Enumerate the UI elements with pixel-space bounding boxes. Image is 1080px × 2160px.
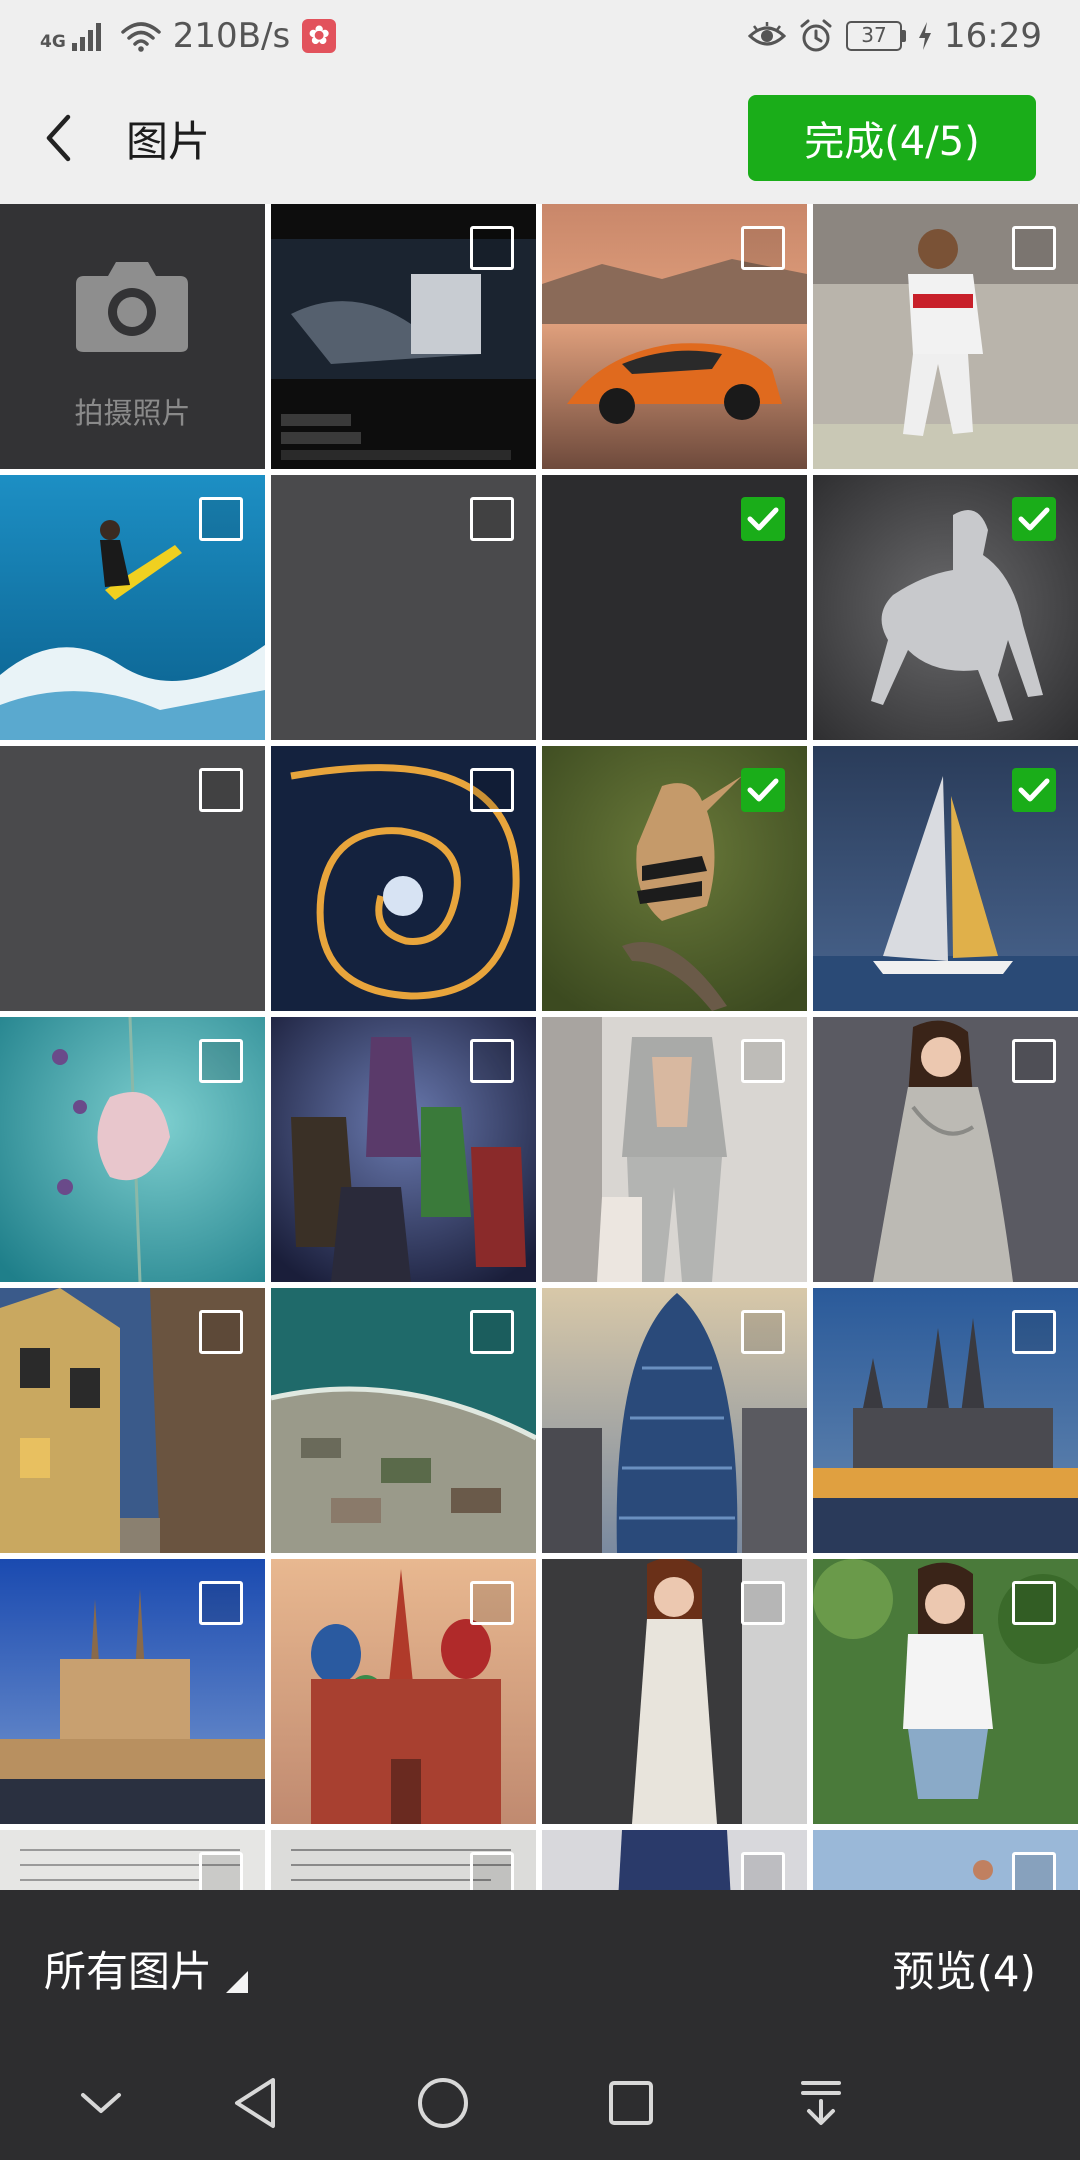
photo-thumbnail[interactable]: [271, 746, 536, 1011]
bottom-action-bar: 所有图片 预览(4): [0, 1890, 1080, 2046]
wifi-icon: [121, 22, 161, 52]
pinduoduo-icon: ✿: [302, 19, 337, 53]
select-checkbox[interactable]: [199, 768, 243, 812]
notification-pull-icon: [801, 2081, 841, 2125]
select-checkbox[interactable]: [470, 226, 514, 270]
photo-thumbnail[interactable]: [271, 1017, 536, 1282]
status-left: 4G 210B/s ✿: [40, 16, 337, 56]
photo-grid[interactable]: 拍摄照片: [0, 204, 1080, 1890]
select-checkbox-checked[interactable]: [741, 497, 785, 541]
nav-collapse-button[interactable]: [66, 2068, 136, 2138]
preview-button[interactable]: 预览(4): [893, 1938, 1037, 1999]
select-checkbox[interactable]: [741, 1852, 785, 1890]
photo-thumbnail[interactable]: [813, 475, 1078, 740]
photo-thumbnail[interactable]: [271, 1559, 536, 1824]
select-checkbox[interactable]: [741, 1310, 785, 1354]
select-checkbox[interactable]: [1012, 1310, 1056, 1354]
home-circle-icon: [418, 2078, 468, 2128]
select-checkbox[interactable]: [741, 1581, 785, 1625]
select-checkbox[interactable]: [470, 1039, 514, 1083]
select-checkbox[interactable]: [1012, 1039, 1056, 1083]
page-title: 图片: [126, 116, 211, 166]
back-triangle-icon: [235, 2078, 275, 2128]
select-checkbox[interactable]: [470, 768, 514, 812]
select-checkbox[interactable]: [199, 1310, 243, 1354]
dropdown-triangle-icon: [226, 1970, 249, 1993]
select-checkbox[interactable]: [741, 1039, 785, 1083]
take-photo-label: 拍摄照片: [74, 396, 191, 430]
nav-home-button[interactable]: [408, 2068, 478, 2138]
checkmark-icon: [1018, 778, 1050, 802]
photo-thumbnail[interactable]: [0, 1559, 265, 1824]
checkmark-icon: [747, 507, 779, 531]
album-selector[interactable]: 所有图片: [44, 1938, 249, 1999]
done-button[interactable]: 完成(4/5): [748, 95, 1036, 181]
eye-comfort-icon: [748, 22, 787, 46]
photo-thumbnail[interactable]: [542, 1559, 807, 1824]
select-checkbox[interactable]: [199, 497, 243, 541]
select-checkbox[interactable]: [741, 226, 785, 270]
checkmark-icon: [1018, 507, 1050, 531]
clock-time: 16:29: [944, 16, 1042, 56]
status-bar: 4G 210B/s ✿ 37 16:29: [0, 0, 1080, 72]
charging-bolt-icon: [919, 22, 932, 50]
select-checkbox[interactable]: [470, 1852, 514, 1890]
photo-thumbnail[interactable]: [271, 1830, 536, 1890]
nav-back-button[interactable]: [220, 2068, 290, 2138]
photo-thumbnail[interactable]: [813, 204, 1078, 469]
select-checkbox-checked[interactable]: [1012, 497, 1056, 541]
photo-thumbnail[interactable]: [542, 746, 807, 1011]
photo-thumbnail[interactable]: [542, 204, 807, 469]
battery-icon: 37: [846, 21, 907, 51]
network-type: 4G: [40, 32, 66, 52]
photo-thumbnail[interactable]: [271, 1288, 536, 1553]
photo-thumbnail[interactable]: [813, 1830, 1078, 1890]
photo-thumbnail[interactable]: [0, 746, 265, 1011]
photo-thumbnail[interactable]: [0, 1017, 265, 1282]
recents-square-icon: [609, 2081, 653, 2125]
photo-thumbnail[interactable]: [813, 1017, 1078, 1282]
select-checkbox[interactable]: [1012, 1581, 1056, 1625]
chevron-down-icon: [81, 2093, 121, 2113]
photo-thumbnail[interactable]: [271, 475, 536, 740]
select-checkbox-checked[interactable]: [741, 768, 785, 812]
photo-thumbnail[interactable]: [271, 204, 536, 469]
select-checkbox[interactable]: [199, 1852, 243, 1890]
select-checkbox[interactable]: [1012, 226, 1056, 270]
battery-level: 37: [846, 21, 903, 51]
app-header: 图片 完成(4/5): [0, 72, 1080, 204]
checkmark-icon: [747, 778, 779, 802]
photo-thumbnail[interactable]: [813, 1288, 1078, 1553]
select-checkbox[interactable]: [470, 1581, 514, 1625]
album-label: 所有图片: [44, 1946, 213, 1996]
photo-thumbnail[interactable]: [0, 1830, 265, 1890]
select-checkbox[interactable]: [199, 1581, 243, 1625]
back-button[interactable]: [38, 108, 78, 168]
system-nav-bar: [0, 2046, 1080, 2160]
photo-thumbnail[interactable]: [813, 746, 1078, 1011]
back-arrow-icon: [46, 114, 71, 162]
nav-recents-button[interactable]: [596, 2068, 666, 2138]
photo-thumbnail[interactable]: [813, 1559, 1078, 1824]
photo-thumbnail[interactable]: [0, 475, 265, 740]
nav-notification-button[interactable]: [786, 2068, 856, 2138]
photo-thumbnail[interactable]: [542, 1017, 807, 1282]
cellular-signal-icon: [71, 21, 101, 51]
alarm-icon: [800, 19, 832, 52]
select-checkbox[interactable]: [470, 497, 514, 541]
select-checkbox[interactable]: [199, 1039, 243, 1083]
photo-thumbnail[interactable]: [542, 1830, 807, 1890]
net-speed: 210B/s: [172, 16, 291, 56]
photo-thumbnail[interactable]: [542, 1288, 807, 1553]
photo-thumbnail[interactable]: [0, 1288, 265, 1553]
select-checkbox-checked[interactable]: [1012, 768, 1056, 812]
select-checkbox[interactable]: [1012, 1852, 1056, 1890]
photo-thumbnail[interactable]: [542, 475, 807, 740]
take-photo-cell[interactable]: 拍摄照片: [0, 204, 265, 469]
camera-icon: [76, 262, 188, 352]
status-right: 37 16:29: [748, 16, 1042, 56]
select-checkbox[interactable]: [470, 1310, 514, 1354]
